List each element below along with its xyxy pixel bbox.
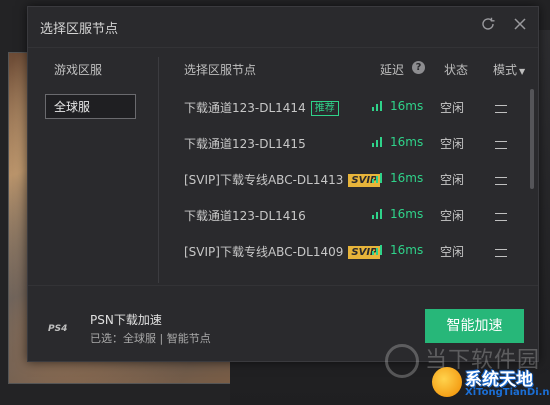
mode-dropdown[interactable]: 模式 ▼ [493,61,525,78]
mode-icon[interactable] [495,213,507,221]
region-column-title: 游戏区服 [54,63,103,77]
node-latency: 16ms [390,207,424,221]
title-divider [28,47,538,48]
site-logo-icon [432,367,462,397]
signal-icon [372,173,382,183]
node-latency: 16ms [390,171,424,185]
node-name: 下载通道123-DL1416 [184,209,306,223]
status-column-header: 状态 [444,63,469,77]
watermark-logo-icon [385,344,419,378]
dialog-title: 选择区服节点 [40,22,119,37]
mode-icon[interactable] [495,141,507,149]
node-list-scrollbar[interactable] [530,89,534,299]
region-item-global[interactable]: 全球服 [45,94,136,119]
node-row[interactable]: 下载通道123-DL1416 16ms 空闲 [184,197,524,233]
signal-icon [372,209,382,219]
column-divider [158,57,159,283]
signal-icon [372,245,382,255]
node-select-dialog: 选择区服节点 游戏区服 全球服 选择区服节点 延迟 ? 状态 模式 ▼ 下载通道1… [27,6,539,362]
help-icon[interactable]: ? [412,61,425,74]
site-url: XiTongTianDi.net [465,387,550,398]
node-latency: 16ms [390,243,424,257]
title-icons [480,16,528,32]
node-row[interactable]: [SVIP]下载专线ABC-DL1409 SVIP 16ms 空闲 [184,233,524,269]
close-icon[interactable] [512,16,528,32]
node-name: 下载通道123-DL1415 [184,137,306,151]
node-latency: 16ms [390,135,424,149]
node-name: [SVIP]下载专线ABC-DL1413 SVIP [184,171,381,188]
node-name: [SVIP]下载专线ABC-DL1409 SVIP [184,243,381,260]
refresh-icon[interactable] [480,16,496,32]
selection-summary: 已选：全球服 | 智能节点 [90,332,211,345]
caret-down-icon: ▼ [519,67,526,76]
smart-accelerate-button[interactable]: 智能加速 [425,309,524,343]
signal-icon [372,137,382,147]
node-latency: 16ms [390,99,424,113]
recommended-badge: 推荐 [310,101,339,116]
mode-header-label: 模式 [493,63,518,77]
mode-icon[interactable] [495,177,507,185]
node-status: 空闲 [440,101,465,115]
ps4-logo: PS4 [48,324,68,334]
node-row[interactable]: 下载通道123-DL1415 16ms 空闲 [184,125,524,161]
node-status: 空闲 [440,137,465,151]
node-status: 空闲 [440,209,465,223]
node-column-header: 选择区服节点 [184,63,257,77]
site-watermark: 系统天地 XiTongTianDi.net [432,365,550,401]
latency-column-header: 延迟 [380,63,405,77]
game-title: PSN下载加速 [90,313,162,327]
node-status: 空闲 [440,173,465,187]
signal-icon [372,101,382,111]
node-status: 空闲 [440,245,465,259]
mode-icon[interactable] [495,249,507,257]
node-name: 下载通道123-DL1414 推荐 [184,99,339,116]
node-row[interactable]: 下载通道123-DL1414 推荐 16ms 空闲 [184,89,524,125]
node-row[interactable]: [SVIP]下载专线ABC-DL1413 SVIP 16ms 空闲 [184,161,524,197]
scrollbar-thumb[interactable] [530,89,534,189]
mode-icon[interactable] [495,105,507,113]
